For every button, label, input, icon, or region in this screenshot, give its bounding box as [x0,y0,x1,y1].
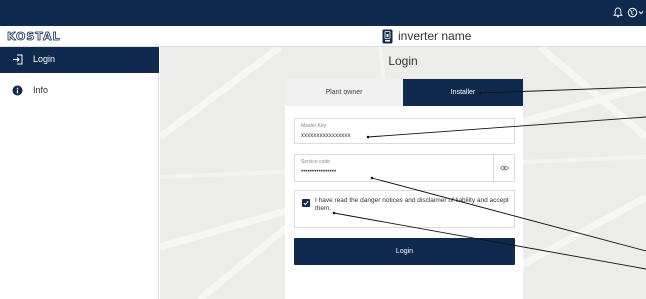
sidebar-item-login[interactable]: Login [0,47,159,73]
chevron-down-icon [638,11,644,15]
checkmark-icon [303,200,309,206]
main-content: Login Plant owner Installer Master Key S… [160,47,646,299]
globe-icon[interactable] [627,7,645,18]
master-key-label: Master Key [301,123,327,129]
service-code-field: Service code •••••••••••••••• [294,154,515,182]
sidebar-item-label: Info [33,85,49,95]
eye-icon [500,165,509,171]
info-icon [12,85,23,96]
login-button[interactable]: Login [294,238,515,265]
bell-icon[interactable] [613,7,623,18]
inverter-icon [382,29,393,44]
login-icon [13,54,23,65]
service-code-label: Service code [301,159,330,165]
login-card: Plant owner Installer Master Key Service… [285,79,523,299]
master-key-input[interactable] [301,133,481,139]
header-bar: KOSTAL inverter name [0,26,646,47]
tab-plant-owner[interactable]: Plant owner [285,79,403,106]
disclaimer-consent: I have read the danger notices and discl… [294,190,515,228]
tab-installer[interactable]: Installer [403,79,523,106]
sidebar-item-info[interactable]: Info [0,78,159,104]
device-name: inverter name [398,29,472,43]
service-code-input[interactable]: •••••••••••••••• [301,169,481,175]
disclaimer-text: I have read the danger notices and discl… [315,197,509,210]
top-bar [0,0,646,26]
page-title: Login [388,54,418,68]
master-key-field: Master Key [294,118,515,144]
sidebar-item-label: Login [33,54,56,64]
sidebar: Login Info [0,47,159,299]
disclaimer-checkbox[interactable] [302,199,310,207]
brand-logo: KOSTAL [7,30,61,44]
show-password-button[interactable] [493,155,514,181]
